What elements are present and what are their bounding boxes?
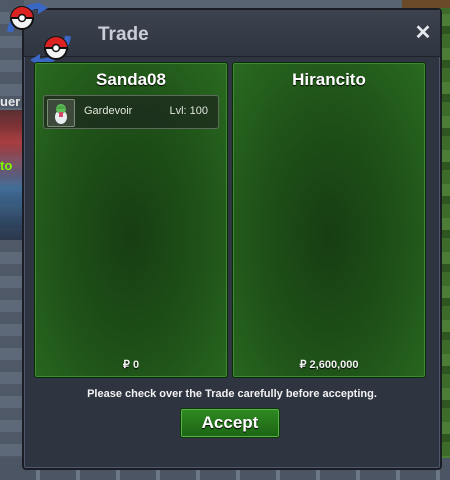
window-title: Trade bbox=[98, 24, 149, 45]
trade-window: Trade ✕ Sanda08 Gardevoir Lvl: 100 ₽ 0 H… bbox=[7, 2, 442, 470]
trader-name-left: Sanda08 bbox=[96, 70, 166, 89]
offer-item-slot[interactable]: Gardevoir Lvl: 100 bbox=[43, 95, 219, 129]
item-name: Gardevoir bbox=[84, 105, 133, 117]
gardevoir-pokemon-icon bbox=[47, 99, 75, 127]
pokeball-exchange-icon bbox=[7, 2, 71, 66]
my-offer-panel: Sanda08 Gardevoir Lvl: 100 ₽ 0 bbox=[34, 62, 228, 378]
trade-notice-text: Please check over the Trade carefully be… bbox=[87, 388, 377, 400]
overhead-name-text: uer bbox=[0, 94, 21, 109]
accept-button[interactable]: Accept bbox=[180, 408, 280, 438]
wall-tiles-left bbox=[0, 0, 24, 480]
partner-offer-panel: Hirancito ₽ 2,600,000 bbox=[232, 62, 426, 378]
trader-name-right: Hirancito bbox=[292, 70, 366, 89]
close-icon[interactable]: ✕ bbox=[414, 23, 432, 43]
item-level: Lvl: 100 bbox=[169, 105, 208, 117]
overhead-chat-text: to bbox=[0, 158, 13, 173]
title-bar[interactable]: Trade ✕ bbox=[24, 10, 440, 57]
player-character-sprite bbox=[0, 110, 22, 240]
wooden-object bbox=[402, 0, 450, 8]
wall-tiles-top bbox=[24, 0, 436, 8]
money-amount-left: ₽ 0 bbox=[122, 359, 140, 371]
money-amount-right: ₽ 2,600,000 bbox=[299, 359, 359, 371]
